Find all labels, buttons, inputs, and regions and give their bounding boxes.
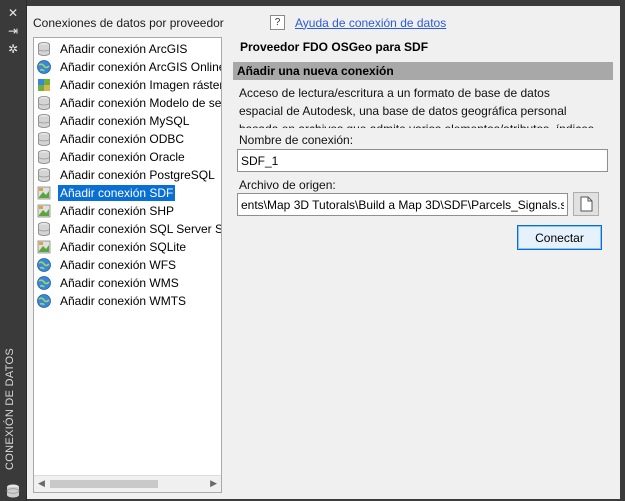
list-item-label: Añadir conexión SQLite bbox=[60, 240, 187, 254]
help-icon[interactable]: ? bbox=[270, 15, 285, 30]
panel-edge bbox=[620, 0, 625, 501]
palette-strip: ✕ ⇥ ✲ CONEXIÓN DE DATOS bbox=[0, 0, 27, 501]
list-item-label: Añadir conexión Oracle bbox=[60, 150, 185, 164]
provider-description: Acceso de lectura/escritura a un formato… bbox=[239, 86, 594, 128]
list-item[interactable]: Añadir conexión PostgreSQL bbox=[36, 166, 217, 184]
list-item-label: Añadir conexión WMS bbox=[60, 276, 179, 290]
list-item-label: Añadir conexión Modelo de servidor bbox=[60, 96, 222, 110]
help-link-group[interactable]: ? Ayuda de conexión de datos bbox=[270, 15, 446, 30]
provider-list[interactable]: Añadir conexión WMTS Añadir conexión WMS A… bbox=[33, 37, 222, 493]
list-item[interactable]: Añadir conexión SQLite bbox=[36, 238, 188, 256]
help-link[interactable]: Ayuda de conexión de datos bbox=[295, 16, 446, 30]
scrollbar-thumb[interactable] bbox=[50, 480, 158, 488]
connect-button[interactable]: Conectar bbox=[517, 225, 602, 250]
raster-icon bbox=[38, 79, 50, 91]
map-file-icon bbox=[37, 204, 51, 218]
list-header: Conexiones de datos por proveedor bbox=[33, 16, 224, 30]
source-file-input[interactable] bbox=[237, 193, 568, 216]
data-connect-icon bbox=[6, 484, 20, 498]
list-item-label: Añadir conexión MySQL bbox=[60, 114, 190, 128]
source-file-label: Archivo de origen: bbox=[239, 178, 336, 192]
list-item[interactable]: Añadir conexión MySQL bbox=[36, 112, 191, 130]
list-item-label: Añadir conexión WMTS bbox=[60, 294, 187, 308]
close-icon[interactable]: ✕ bbox=[5, 6, 21, 20]
globe-icon bbox=[37, 60, 51, 74]
list-item-label: Añadir conexión WFS bbox=[60, 258, 177, 272]
file-icon bbox=[580, 196, 593, 212]
database-icon bbox=[38, 96, 50, 110]
list-item[interactable]: Añadir conexión SQL Server Spatial bbox=[36, 220, 221, 238]
map-file-icon bbox=[37, 186, 51, 200]
globe-icon bbox=[37, 294, 51, 308]
palette-title: CONEXIÓN DE DATOS bbox=[4, 347, 16, 470]
globe-icon bbox=[37, 258, 51, 272]
database-icon bbox=[38, 132, 50, 146]
list-item[interactable]: Añadir conexión Imagen ráster bbox=[36, 76, 222, 94]
list-item-label: Añadir conexión SHP bbox=[60, 204, 175, 218]
list-item-label: Añadir conexión SDF bbox=[58, 185, 176, 201]
globe-icon bbox=[37, 276, 51, 290]
map-file-icon bbox=[37, 240, 51, 254]
list-item[interactable]: Añadir conexión WMTS bbox=[36, 292, 188, 310]
scroll-left-icon[interactable]: ◀ bbox=[38, 478, 45, 489]
list-item-label: Añadir conexión SQL Server Spatial bbox=[60, 222, 221, 236]
database-icon bbox=[38, 42, 50, 56]
list-item-label: Añadir conexión ArcGIS Online bbox=[60, 60, 222, 74]
list-item[interactable]: Añadir conexión ODBC bbox=[36, 130, 186, 148]
list-item-label: Añadir conexión PostgreSQL bbox=[60, 168, 215, 182]
data-connect-panel: Conexiones de datos por proveedor ? Ayud… bbox=[27, 6, 620, 499]
scroll-right-icon[interactable]: ▶ bbox=[210, 478, 217, 489]
database-icon bbox=[38, 168, 50, 182]
list-item[interactable]: Añadir conexión ArcGIS Online bbox=[36, 58, 222, 76]
horizontal-scrollbar[interactable]: ◀ ▶ bbox=[34, 475, 221, 492]
list-item[interactable]: Añadir conexión SHP bbox=[36, 202, 176, 220]
connection-name-input[interactable] bbox=[237, 149, 608, 172]
browse-button[interactable] bbox=[573, 192, 599, 216]
list-item[interactable]: Añadir conexión WFS bbox=[36, 256, 178, 274]
list-item[interactable]: Añadir conexión WMS bbox=[36, 274, 181, 292]
pin-icon[interactable]: ⇥ bbox=[5, 24, 21, 38]
list-item-label: Añadir conexión ArcGIS bbox=[60, 42, 188, 56]
database-icon bbox=[38, 150, 50, 164]
list-item-label: Añadir conexión ODBC bbox=[60, 132, 185, 146]
list-item[interactable]: Añadir conexión Oracle bbox=[36, 148, 187, 166]
connection-name-label: Nombre de conexión: bbox=[239, 133, 354, 147]
section-title: Añadir una nueva conexión bbox=[233, 62, 613, 80]
provider-title: Proveedor FDO OSGeo para SDF bbox=[240, 40, 429, 54]
list-item-label: Añadir conexión Imagen ráster bbox=[60, 78, 222, 92]
list-item[interactable]: Añadir conexión SDF bbox=[36, 184, 176, 202]
settings-icon[interactable]: ✲ bbox=[5, 42, 21, 56]
list-item[interactable]: Añadir conexión ArcGIS bbox=[36, 40, 189, 58]
database-icon bbox=[38, 222, 50, 236]
database-icon bbox=[38, 114, 50, 128]
list-item[interactable]: Añadir conexión Modelo de servidor bbox=[36, 94, 222, 112]
